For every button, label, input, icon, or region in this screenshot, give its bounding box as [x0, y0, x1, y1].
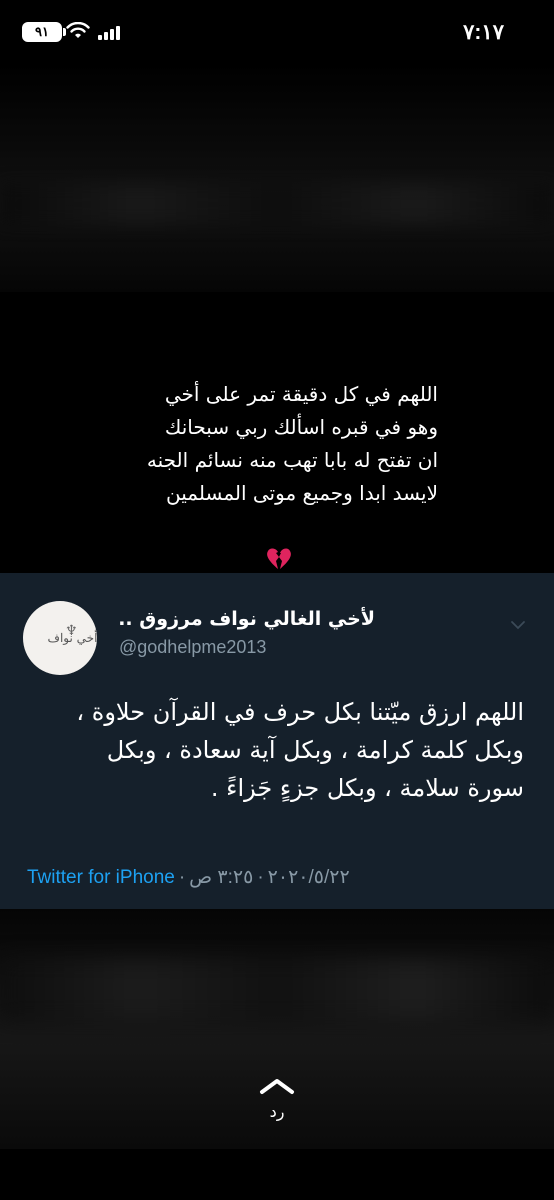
caption-line: ان تفتح له بابا تهب منه نسائم الجنه	[146, 448, 438, 472]
signal-icon	[98, 24, 120, 40]
blurred-background-top	[0, 64, 554, 292]
tweet-meta: Twitter for iPhone · ٢٠٢٠/٥/٢٢·٣:٢٥ ص	[27, 866, 534, 890]
tweet-text-line: سورة سلامة ، وبكل جزءٍ جَزاءً .	[210, 774, 524, 802]
tweet-handle[interactable]: @godhelpme2013	[119, 637, 266, 658]
meta-separator: ·	[257, 867, 264, 888]
caption-line: وهو في قبره اسألك ربي سبحانك	[164, 415, 438, 439]
reply-button[interactable]: رد	[247, 1064, 307, 1134]
caption-line: لايسد ابدا وجميع موتى المسلمين	[166, 481, 438, 505]
story-caption: اللهم في كل دقيقة تمر على أخي وهو في قبر…	[40, 378, 438, 510]
tweet-time: ٣:٢٥ ص	[189, 867, 254, 888]
tweet-text-line: اللهم ارزق ميّتنا بكل حرف في القرآن حلاو…	[76, 698, 524, 726]
reply-label: رد	[269, 1102, 285, 1121]
chevron-up-icon	[260, 1079, 294, 1094]
tweet-text-line: وبكل كلمة كرامة ، وبكل آية سعادة ، وبكل	[106, 736, 524, 764]
battery-icon: ٩١	[22, 22, 66, 42]
tweet-text: اللهم ارزق ميّتنا بكل حرف في القرآن حلاو…	[32, 693, 524, 807]
avatar[interactable]: ♆ لك أخي نواف	[23, 601, 97, 675]
broken-heart-icon	[267, 548, 291, 569]
chevron-down-icon[interactable]	[510, 617, 526, 633]
tweet-display-name[interactable]: لأخي الغالي نواف مرزوق ..	[115, 608, 375, 630]
tweet-card[interactable]: ♆ لك أخي نواف لأخي الغالي نواف مرزوق .. …	[0, 573, 554, 909]
caption-line: اللهم في كل دقيقة تمر على أخي	[164, 382, 438, 406]
wifi-icon	[66, 22, 90, 38]
tweet-date: ٢٠٢٠/٥/٢٢	[267, 867, 350, 888]
status-bar: ٩١ ٧:١٧	[0, 0, 554, 64]
avatar-text: لك أخي نواف	[47, 631, 97, 645]
tweet-source-link[interactable]: Twitter for iPhone	[27, 867, 175, 888]
meta-separator: ·	[178, 867, 186, 888]
status-time: ٧:١٧	[463, 21, 504, 44]
